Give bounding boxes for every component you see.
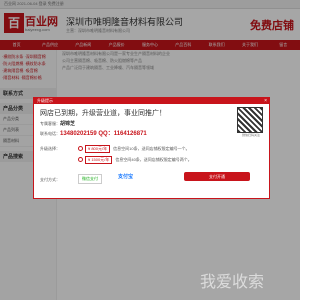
phone-row: 联系电话：13480202159 QQ：1164126871 (40, 128, 147, 137)
wechat-pay-option[interactable]: 微信支付 (78, 174, 102, 184)
option-price: ¥ 800元/年 (85, 145, 111, 153)
contact-name: 胡锦芝 (60, 121, 76, 127)
phone-number[interactable]: 13480202159 QQ：1164126871 (60, 131, 147, 137)
modal-header-title: 升级提示 (37, 98, 53, 103)
option-price: ¥ 1500元/年 (85, 156, 113, 164)
modal-title: 网店已到期，升级营业道，事业同推广！ (40, 110, 166, 117)
phone-label: 联系电话： (40, 131, 60, 136)
close-icon[interactable]: × (264, 98, 267, 104)
option-desc: 信息空间40条，送同店铺权限定编号两个。 (115, 157, 192, 162)
upgrade-modal: 升级提示 × 网店已到期，升级营业道，事业同推广！ 专属客服：胡锦芝 联系电话：… (33, 97, 270, 199)
pay-label: 支付方式： (40, 177, 60, 182)
watermark-text: 我爱收索 (200, 274, 265, 291)
pay-button[interactable]: 支付开通 (184, 172, 250, 181)
radio-icon[interactable] (78, 157, 83, 163)
upgrade-option[interactable]: ¥ 1500元/年 信息空间40条，送同店铺权限定编号两个。 (78, 156, 192, 164)
alipay-option[interactable]: 支付宝 (118, 173, 133, 180)
radio-icon[interactable] (78, 146, 83, 152)
contact-row: 专属客服：胡锦芝 (40, 120, 75, 127)
modal-header: 升级提示 × (34, 98, 269, 104)
upgrade-label: 升级选择： (40, 146, 60, 151)
upgrade-option[interactable]: ¥ 800元/年 信息空间10条，送同店铺权限定编号一个。 (78, 145, 190, 153)
qr-caption: 微信扫码关注 (241, 133, 260, 137)
qr-code-icon (237, 107, 263, 133)
option-desc: 信息空间10条，送同店铺权限定编号一个。 (113, 146, 190, 151)
contact-label: 专属客服： (40, 121, 60, 126)
